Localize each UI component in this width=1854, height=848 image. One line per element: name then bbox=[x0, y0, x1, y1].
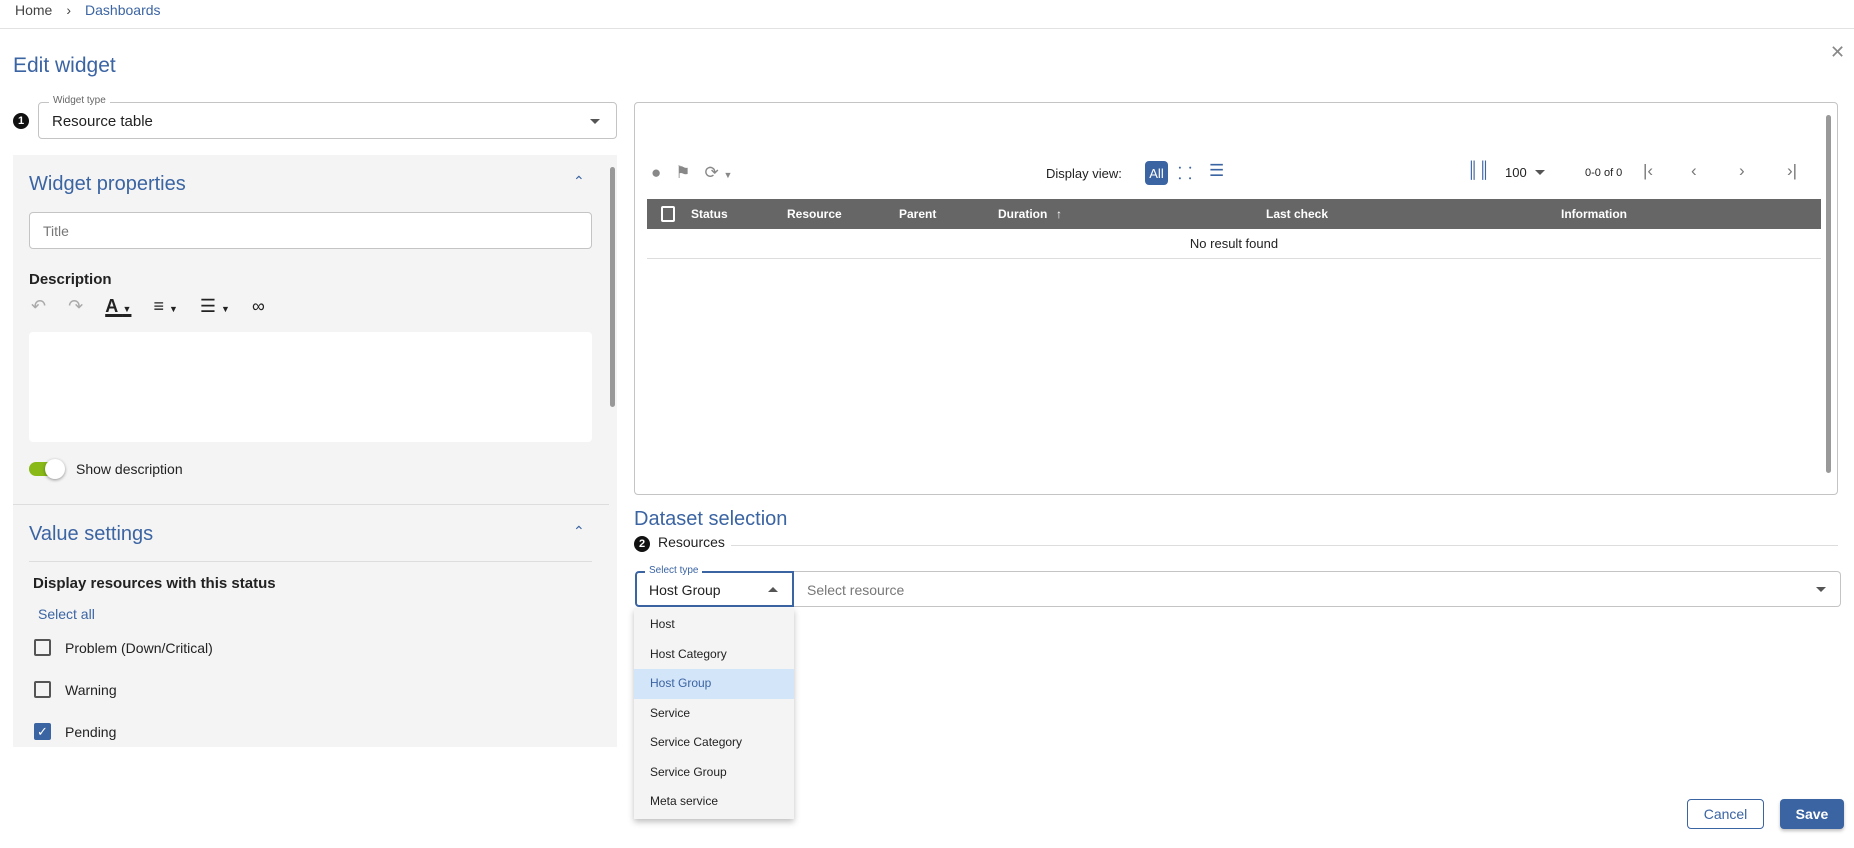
user-icon[interactable]: ● bbox=[651, 163, 661, 183]
refresh-icon[interactable]: ⟳ ▼ bbox=[705, 163, 733, 183]
scrollbar[interactable] bbox=[1826, 115, 1831, 473]
editor-toolbar: ↶ ↷ A ▼ ≡ ▼ ☰ ▼ ∞ bbox=[31, 296, 265, 317]
checkbox[interactable] bbox=[34, 681, 51, 698]
status-heading: Display resources with this status bbox=[33, 575, 276, 592]
page-size-select[interactable]: 100 bbox=[1505, 165, 1545, 180]
chevron-up-icon[interactable]: ⌃ bbox=[573, 523, 585, 540]
pagination-label: 0-0 of 0 bbox=[1585, 167, 1623, 179]
show-description-toggle[interactable] bbox=[29, 459, 65, 479]
description-label: Description bbox=[29, 271, 112, 288]
column-last-check[interactable]: Last check bbox=[1266, 199, 1328, 229]
divider bbox=[29, 561, 592, 562]
empty-message: No result found bbox=[647, 229, 1821, 259]
option-service[interactable]: Service bbox=[634, 699, 794, 729]
previous-page-icon[interactable]: ‹ bbox=[1691, 161, 1697, 181]
align-icon[interactable]: ≡ ▼ bbox=[153, 296, 177, 317]
option-meta-service[interactable]: Meta service bbox=[634, 787, 794, 817]
chevron-right-icon: › bbox=[66, 2, 72, 18]
breadcrumb: Home › Dashboards bbox=[15, 2, 161, 18]
select-type-label: Select type bbox=[645, 565, 703, 576]
step-badge: 1 bbox=[13, 113, 29, 129]
view-all-button[interactable]: All bbox=[1145, 161, 1168, 185]
page-size-value: 100 bbox=[1505, 165, 1527, 180]
chevron-down-icon bbox=[1534, 170, 1545, 175]
status-checkbox-pending[interactable]: ✓ Pending bbox=[34, 723, 116, 740]
acknowledge-icon[interactable]: ⚑ bbox=[675, 163, 690, 183]
last-page-icon[interactable]: ›| bbox=[1787, 161, 1797, 181]
save-button[interactable]: Save bbox=[1780, 799, 1844, 829]
title-placeholder: Title bbox=[43, 223, 69, 239]
status-checkbox-warning[interactable]: Warning bbox=[34, 681, 117, 698]
resource-placeholder: Select resource bbox=[807, 582, 905, 598]
tree-view-icon[interactable]: ⸬ bbox=[1178, 161, 1192, 184]
checkbox[interactable] bbox=[34, 639, 51, 656]
widget-type-select[interactable]: Widget type Resource table bbox=[38, 95, 617, 139]
list-icon[interactable]: ☰ ▼ bbox=[200, 296, 230, 317]
column-status[interactable]: Status bbox=[691, 199, 728, 229]
sort-ascending-icon: ↑ bbox=[1056, 207, 1062, 221]
preview-actions: ● ⚑ ⟳ ▼ bbox=[651, 163, 732, 183]
close-icon[interactable]: ✕ bbox=[1830, 42, 1845, 63]
columns-icon[interactable]: ║║ bbox=[1467, 162, 1490, 180]
title-input[interactable]: Title bbox=[29, 212, 592, 249]
list-view-icon[interactable]: ☰ bbox=[1209, 161, 1224, 181]
checkbox-label: Problem (Down/Critical) bbox=[65, 639, 213, 656]
divider bbox=[731, 545, 1838, 546]
link-icon[interactable]: ∞ bbox=[252, 296, 265, 317]
checkbox-label: Pending bbox=[65, 723, 117, 740]
breadcrumb-current[interactable]: Dashboards bbox=[85, 2, 161, 18]
redo-icon[interactable]: ↷ bbox=[68, 296, 83, 317]
scrollbar[interactable] bbox=[610, 167, 615, 407]
chevron-up-icon bbox=[768, 587, 778, 592]
table-header: Status Resource Parent Duration ↑ Last c… bbox=[647, 199, 1821, 229]
select-type-dropdown[interactable]: Select type Host Group bbox=[635, 565, 794, 607]
text-color-icon[interactable]: A ▼ bbox=[105, 296, 131, 317]
description-editor[interactable] bbox=[29, 332, 592, 442]
widget-type-label: Widget type bbox=[49, 95, 110, 106]
divider bbox=[13, 504, 609, 505]
select-all-checkbox[interactable] bbox=[661, 206, 675, 222]
option-host-category[interactable]: Host Category bbox=[634, 640, 794, 670]
resources-label: Resources bbox=[658, 534, 725, 550]
cancel-button[interactable]: Cancel bbox=[1687, 799, 1764, 829]
select-type-value: Host Group bbox=[649, 582, 721, 598]
select-type-menu: Host Host Category Host Group Service Se… bbox=[634, 608, 794, 819]
value-settings-heading: Value settings bbox=[29, 523, 154, 545]
chevron-down-icon bbox=[590, 119, 600, 124]
status-checkbox-problem[interactable]: Problem (Down/Critical) bbox=[34, 639, 213, 656]
check-icon[interactable]: ✓ bbox=[34, 723, 51, 740]
first-page-icon[interactable]: |‹ bbox=[1643, 161, 1653, 181]
step-badge: 2 bbox=[634, 536, 650, 552]
divider bbox=[0, 28, 1854, 29]
column-parent[interactable]: Parent bbox=[899, 199, 936, 229]
column-duration[interactable]: Duration bbox=[998, 199, 1047, 229]
display-view-label: Display view: bbox=[1046, 166, 1122, 181]
column-resource[interactable]: Resource bbox=[787, 199, 842, 229]
option-host-group[interactable]: Host Group bbox=[634, 669, 794, 699]
widget-type-value: Resource table bbox=[52, 113, 153, 130]
show-description-label: Show description bbox=[76, 461, 183, 477]
next-page-icon[interactable]: › bbox=[1739, 161, 1745, 181]
widget-preview: ● ⚑ ⟳ ▼ Display view: All ⸬ ☰ ║║ 100 0-0… bbox=[634, 102, 1838, 495]
column-information[interactable]: Information bbox=[1561, 199, 1627, 229]
widget-properties-heading: Widget properties bbox=[29, 173, 186, 195]
settings-panel: Widget properties ⌃ Title Description ↶ … bbox=[13, 155, 617, 747]
undo-icon[interactable]: ↶ bbox=[31, 296, 46, 317]
checkbox-label: Warning bbox=[65, 681, 117, 698]
breadcrumb-home[interactable]: Home bbox=[15, 2, 52, 18]
page-title: Edit widget bbox=[13, 54, 116, 77]
dataset-heading: Dataset selection bbox=[634, 508, 788, 530]
option-service-group[interactable]: Service Group bbox=[634, 758, 794, 788]
option-host[interactable]: Host bbox=[634, 610, 794, 640]
select-all-link[interactable]: Select all bbox=[38, 606, 95, 622]
chevron-up-icon[interactable]: ⌃ bbox=[573, 173, 585, 190]
select-resource-input[interactable]: Select resource bbox=[794, 571, 1841, 607]
chevron-down-icon bbox=[1816, 587, 1826, 592]
option-service-category[interactable]: Service Category bbox=[634, 728, 794, 758]
